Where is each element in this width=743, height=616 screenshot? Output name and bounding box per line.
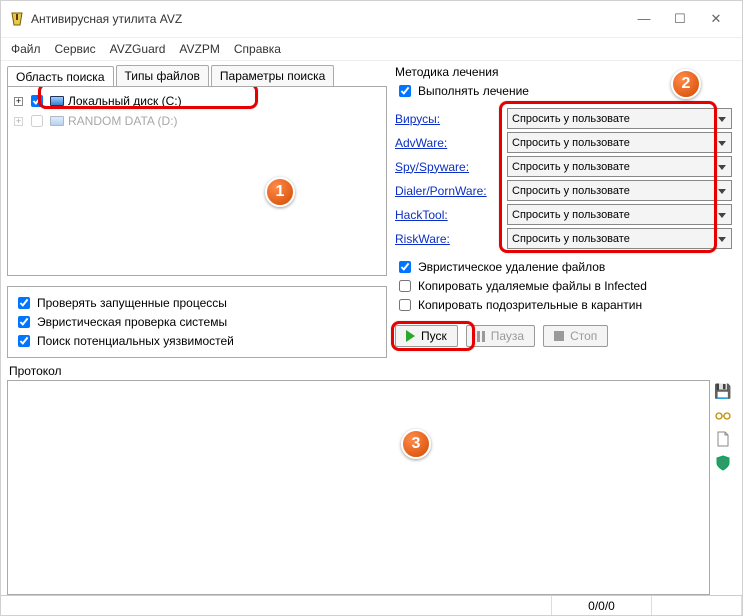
perform-cure-label: Выполнять лечение xyxy=(418,84,529,98)
menu-service[interactable]: Сервис xyxy=(55,42,96,56)
check-vuln-label: Поиск потенциальных уязвимостей xyxy=(37,334,234,348)
threat-actions-grid: Вирусы: Спросить у пользовате AdvWare: С… xyxy=(393,104,736,253)
combo-hacktool[interactable]: Спросить у пользовате xyxy=(507,204,732,225)
statusbar: 0/0/0 xyxy=(1,595,742,615)
combo-advware-value: Спросить у пользовате xyxy=(512,137,630,149)
combo-dialer[interactable]: Спросить у пользовате xyxy=(507,180,732,201)
drive-d-label: RANDOM DATA (D:) xyxy=(68,114,178,128)
save-icon[interactable]: 💾 xyxy=(714,382,732,400)
start-button-label: Пуск xyxy=(421,329,447,343)
pause-button[interactable]: Пауза xyxy=(466,325,535,347)
pause-icon xyxy=(477,331,485,342)
check-processes[interactable] xyxy=(18,297,30,309)
stop-button-label: Стоп xyxy=(570,329,597,343)
menu-file[interactable]: Файл xyxy=(11,42,41,56)
scan-options: Проверять запущенные процессы Эвристичес… xyxy=(7,286,387,358)
drive-d-checkbox[interactable] xyxy=(31,115,43,127)
combo-riskware-value: Спросить у пользовате xyxy=(512,233,630,245)
check-vuln[interactable] xyxy=(18,335,30,347)
titlebar: Антивирусная утилита AVZ — ☐ ✕ xyxy=(1,1,742,38)
combo-viruses-value: Спросить у пользовате xyxy=(512,113,630,125)
menu-avzguard[interactable]: AVZGuard xyxy=(110,42,166,56)
link-advware[interactable]: AdvWare: xyxy=(395,136,507,150)
status-counts: 0/0/0 xyxy=(552,596,652,615)
menu-help[interactable]: Справка xyxy=(234,42,281,56)
link-dialer[interactable]: Dialer/PornWare: xyxy=(395,184,507,198)
left-tabs: Область поиска Типы файлов Параметры пои… xyxy=(7,65,387,86)
protocol-box[interactable] xyxy=(7,380,710,595)
shield-icon[interactable] xyxy=(714,454,732,472)
upper-panels: Область поиска Типы файлов Параметры пои… xyxy=(7,65,736,358)
side-toolbar: 💾 xyxy=(714,380,736,595)
check-heuristic-label: Эвристическая проверка системы xyxy=(37,315,227,329)
stop-button[interactable]: Стоп xyxy=(543,325,608,347)
close-button[interactable]: ✕ xyxy=(698,7,734,31)
check-heuristic-row: Эвристическая проверка системы xyxy=(14,313,380,331)
disk-icon xyxy=(50,96,64,106)
app-window: Антивирусная утилита AVZ — ☐ ✕ Файл Серв… xyxy=(0,0,743,616)
drive-tree[interactable]: + Локальный диск (C:) + RANDOM DATA (D:) xyxy=(7,86,387,276)
stop-icon xyxy=(554,331,564,341)
check-processes-row: Проверять запущенные процессы xyxy=(14,294,380,312)
tab-filetypes[interactable]: Типы файлов xyxy=(116,65,209,86)
tab-params[interactable]: Параметры поиска xyxy=(211,65,334,86)
tab-scope[interactable]: Область поиска xyxy=(7,66,114,87)
protocol-label: Протокол xyxy=(9,364,734,378)
maximize-button[interactable]: ☐ xyxy=(662,7,698,31)
window-title: Антивирусная утилита AVZ xyxy=(31,12,626,26)
check-copy-quarantine-label: Копировать подозрительные в карантин xyxy=(418,298,642,312)
minimize-button[interactable]: — xyxy=(626,7,662,31)
check-heuristic[interactable] xyxy=(18,316,30,328)
menubar: Файл Сервис AVZGuard AVZPM Справка xyxy=(1,38,742,61)
left-column: Область поиска Типы файлов Параметры пои… xyxy=(7,65,387,358)
check-copy-infected[interactable] xyxy=(399,280,411,292)
expand-icon[interactable]: + xyxy=(14,117,23,126)
status-seg-3 xyxy=(652,596,742,615)
perform-cure-row: Выполнять лечение xyxy=(395,82,736,100)
link-viruses[interactable]: Вирусы: xyxy=(395,112,507,126)
link-hacktool[interactable]: HackTool: xyxy=(395,208,507,222)
drive-c-checkbox[interactable] xyxy=(31,95,43,107)
pause-button-label: Пауза xyxy=(491,329,524,343)
tree-item-c[interactable]: + Локальный диск (C:) xyxy=(12,91,382,111)
play-icon xyxy=(406,330,415,342)
glasses-icon[interactable] xyxy=(714,406,732,424)
combo-viruses[interactable]: Спросить у пользовате xyxy=(507,108,732,129)
drive-c-label: Локальный диск (C:) xyxy=(68,94,182,108)
combo-dialer-value: Спросить у пользовате xyxy=(512,185,630,197)
check-vuln-row: Поиск потенциальных уязвимостей xyxy=(14,332,380,350)
disk-icon xyxy=(50,116,64,126)
link-spy[interactable]: Spy/Spyware: xyxy=(395,160,507,174)
document-icon[interactable] xyxy=(714,430,732,448)
check-copy-infected-label: Копировать удаляемые файлы в Infected xyxy=(418,279,647,293)
check-heur-delete-label: Эвристическое удаление файлов xyxy=(418,260,605,274)
check-heur-delete[interactable] xyxy=(399,261,411,273)
extra-cure-options: Эвристическое удаление файлов Копировать… xyxy=(395,257,734,315)
right-column: Методика лечения Выполнять лечение Вирус… xyxy=(393,65,736,358)
combo-spy[interactable]: Спросить у пользовате xyxy=(507,156,732,177)
app-icon xyxy=(9,11,25,27)
protocol-area: 💾 xyxy=(7,380,736,595)
combo-riskware[interactable]: Спросить у пользовате xyxy=(507,228,732,249)
perform-cure-checkbox[interactable] xyxy=(399,85,411,97)
combo-spy-value: Спросить у пользовате xyxy=(512,161,630,173)
tree-item-d[interactable]: + RANDOM DATA (D:) xyxy=(12,111,382,131)
cure-section-title: Методика лечения xyxy=(395,65,736,79)
check-processes-label: Проверять запущенные процессы xyxy=(37,296,227,310)
action-buttons: Пуск Пауза Стоп xyxy=(395,325,734,347)
check-copy-quarantine[interactable] xyxy=(399,299,411,311)
expand-icon[interactable]: + xyxy=(14,97,23,106)
menu-avzpm[interactable]: AVZPM xyxy=(179,42,219,56)
start-button[interactable]: Пуск xyxy=(395,325,458,347)
content-area: Область поиска Типы файлов Параметры пои… xyxy=(1,61,742,595)
status-seg-1 xyxy=(1,596,552,615)
combo-hacktool-value: Спросить у пользовате xyxy=(512,209,630,221)
link-riskware[interactable]: RiskWare: xyxy=(395,232,507,246)
combo-advware[interactable]: Спросить у пользовате xyxy=(507,132,732,153)
